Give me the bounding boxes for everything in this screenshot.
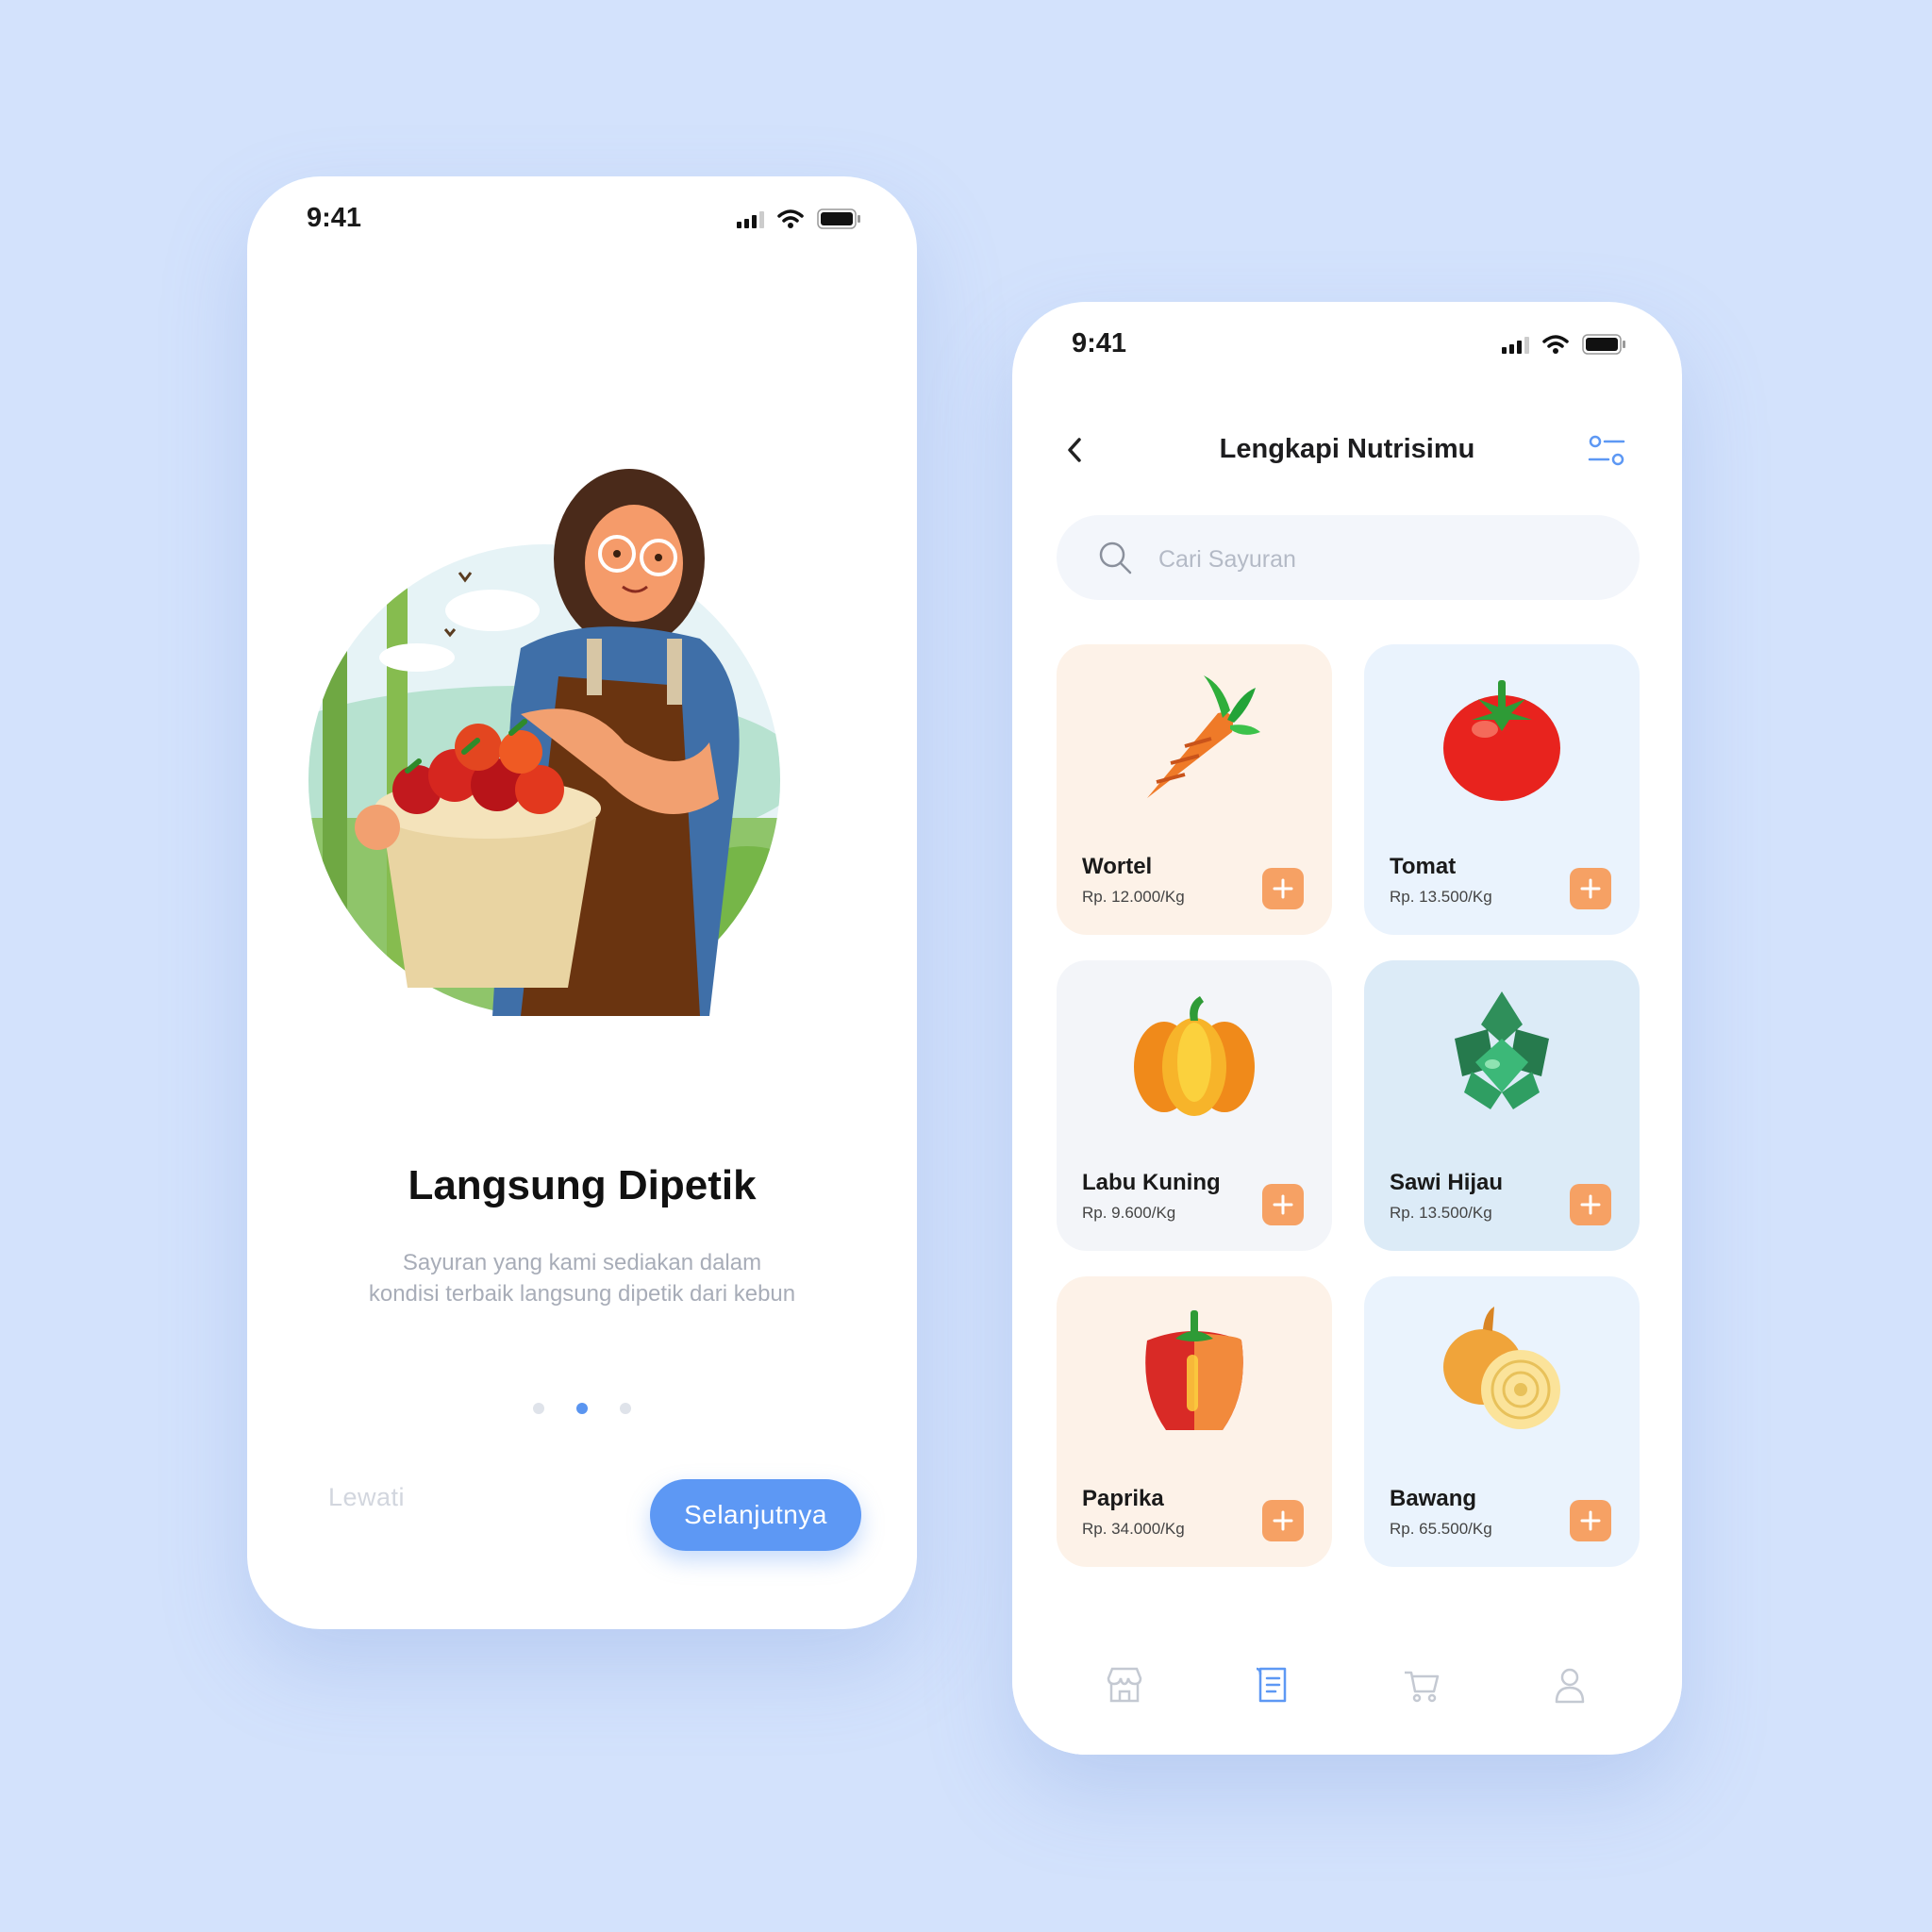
subtitle-line: Sayuran yang kami sediakan dalam bbox=[402, 1250, 762, 1275]
list-document-icon[interactable] bbox=[1253, 1665, 1292, 1705]
filter-sliders-icon[interactable] bbox=[1588, 434, 1625, 468]
battery-icon bbox=[817, 208, 860, 229]
farmer-illustration bbox=[308, 469, 780, 1016]
add-to-cart-button[interactable] bbox=[1262, 868, 1304, 909]
bell-pepper-icon bbox=[1145, 1310, 1243, 1430]
plus-icon bbox=[1580, 1510, 1601, 1531]
plus-icon bbox=[1580, 1194, 1601, 1215]
wifi-icon bbox=[777, 209, 804, 228]
wifi-icon bbox=[1542, 335, 1569, 354]
add-to-cart-button[interactable] bbox=[1570, 1184, 1611, 1225]
product-card[interactable]: Bawang Rp. 65.500/Kg bbox=[1364, 1276, 1640, 1567]
subtitle-line: kondisi terbaik langsung dipetik dari ke… bbox=[368, 1281, 796, 1307]
product-name: Sawi Hijau bbox=[1390, 1170, 1504, 1195]
product-price: Rp. 13.500/Kg bbox=[1390, 1204, 1492, 1222]
plus-icon bbox=[1580, 878, 1601, 899]
plus-icon bbox=[1273, 1510, 1293, 1531]
product-name: Wortel bbox=[1082, 854, 1153, 879]
product-price: Rp. 9.600/Kg bbox=[1082, 1204, 1176, 1222]
next-button[interactable]: Selanjutnya bbox=[650, 1479, 861, 1551]
product-card[interactable]: Labu Kuning Rp. 9.600/Kg bbox=[1057, 960, 1332, 1251]
product-card[interactable]: Paprika Rp. 34.000/Kg bbox=[1057, 1276, 1332, 1567]
cellular-signal-icon bbox=[1502, 335, 1529, 354]
status-time: 9:41 bbox=[1072, 328, 1127, 358]
onboarding-title: Langsung Dipetik bbox=[408, 1162, 757, 1208]
cart-icon[interactable] bbox=[1402, 1665, 1441, 1705]
catalog-screen: 9:41 Lengkapi Nutrisimu Cari Sayuran Wor… bbox=[1012, 302, 1682, 1755]
greens-icon bbox=[1455, 991, 1549, 1109]
add-to-cart-button[interactable] bbox=[1570, 1500, 1611, 1541]
product-price: Rp. 13.500/Kg bbox=[1390, 888, 1492, 906]
add-to-cart-button[interactable] bbox=[1262, 1184, 1304, 1225]
product-name: Labu Kuning bbox=[1082, 1170, 1221, 1195]
product-name: Bawang bbox=[1390, 1486, 1477, 1511]
search-input[interactable] bbox=[1157, 540, 1613, 579]
search-bar[interactable] bbox=[1057, 515, 1640, 600]
status-time: 9:41 bbox=[307, 203, 362, 233]
store-icon[interactable] bbox=[1105, 1665, 1144, 1705]
profile-icon[interactable] bbox=[1550, 1665, 1590, 1705]
page-dot-active[interactable] bbox=[576, 1403, 588, 1414]
search-icon bbox=[1099, 541, 1132, 575]
status-icons bbox=[1502, 334, 1625, 355]
bottom-nav bbox=[1012, 1657, 1682, 1713]
battery-icon bbox=[1582, 334, 1625, 355]
tomato-icon bbox=[1443, 680, 1560, 801]
carrot-icon bbox=[1147, 675, 1260, 798]
skip-button[interactable]: Lewati bbox=[328, 1483, 405, 1512]
product-grid: Wortel Rp. 12.000/Kg Tomat Rp. 13.500/Kg bbox=[1057, 644, 1641, 1567]
cellular-signal-icon bbox=[737, 209, 764, 228]
product-price: Rp. 34.000/Kg bbox=[1082, 1520, 1185, 1538]
plus-icon bbox=[1273, 878, 1293, 899]
product-name: Paprika bbox=[1082, 1486, 1164, 1511]
pumpkin-icon bbox=[1134, 996, 1255, 1116]
product-name: Tomat bbox=[1390, 854, 1457, 879]
onboarding-screen: 9:41 Langsung Dipetik Sayuran yang kami … bbox=[247, 176, 917, 1629]
page-indicator bbox=[247, 1403, 917, 1414]
plus-icon bbox=[1273, 1194, 1293, 1215]
add-to-cart-button[interactable] bbox=[1262, 1500, 1304, 1541]
product-price: Rp. 65.500/Kg bbox=[1390, 1520, 1492, 1538]
product-price: Rp. 12.000/Kg bbox=[1082, 888, 1185, 906]
page-dot[interactable] bbox=[533, 1403, 544, 1414]
product-card[interactable]: Wortel Rp. 12.000/Kg bbox=[1057, 644, 1332, 935]
status-icons bbox=[737, 208, 860, 229]
add-to-cart-button[interactable] bbox=[1570, 868, 1611, 909]
page-title: Lengkapi Nutrisimu bbox=[1219, 434, 1475, 464]
onion-icon bbox=[1443, 1307, 1560, 1429]
product-card[interactable]: Sawi Hijau Rp. 13.500/Kg bbox=[1364, 960, 1640, 1251]
product-card[interactable]: Tomat Rp. 13.500/Kg bbox=[1364, 644, 1640, 935]
page-dot[interactable] bbox=[620, 1403, 631, 1414]
onboarding-subtitle: Sayuran yang kami sediakan dalam kondisi… bbox=[332, 1247, 832, 1309]
